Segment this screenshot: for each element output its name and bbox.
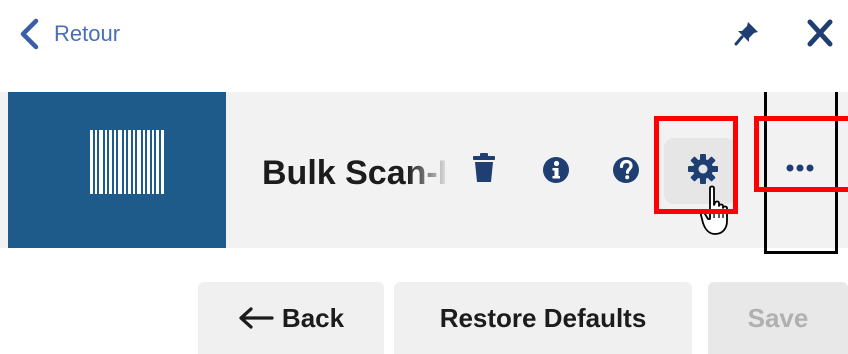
item-thumbnail bbox=[8, 92, 226, 248]
highlight-settings bbox=[654, 116, 738, 214]
save-button[interactable]: Save bbox=[708, 282, 848, 354]
help-icon[interactable] bbox=[612, 156, 640, 184]
trash-icon[interactable] bbox=[472, 153, 496, 183]
restore-defaults-label: Restore Defaults bbox=[439, 302, 647, 333]
top-bar: Retour bbox=[0, 0, 848, 70]
back-button-label: Back bbox=[281, 302, 345, 333]
retour-label: Retour bbox=[54, 21, 121, 46]
retour-link[interactable]: Retour bbox=[18, 18, 120, 50]
barcode-icon bbox=[90, 130, 164, 194]
arrow-left-icon bbox=[239, 307, 274, 329]
page-title-container: Bulk Scan-I bbox=[262, 148, 464, 198]
close-icon[interactable] bbox=[806, 18, 834, 48]
chevron-left-icon bbox=[20, 18, 39, 50]
save-button-label: Save bbox=[747, 302, 809, 333]
page-title: Bulk Scan-I bbox=[262, 154, 448, 192]
back-button[interactable]: Back bbox=[198, 282, 384, 354]
info-icon[interactable] bbox=[542, 156, 570, 184]
highlight-more bbox=[754, 116, 848, 192]
restore-defaults-button[interactable]: Restore Defaults bbox=[394, 282, 692, 354]
pin-icon[interactable] bbox=[734, 20, 760, 46]
